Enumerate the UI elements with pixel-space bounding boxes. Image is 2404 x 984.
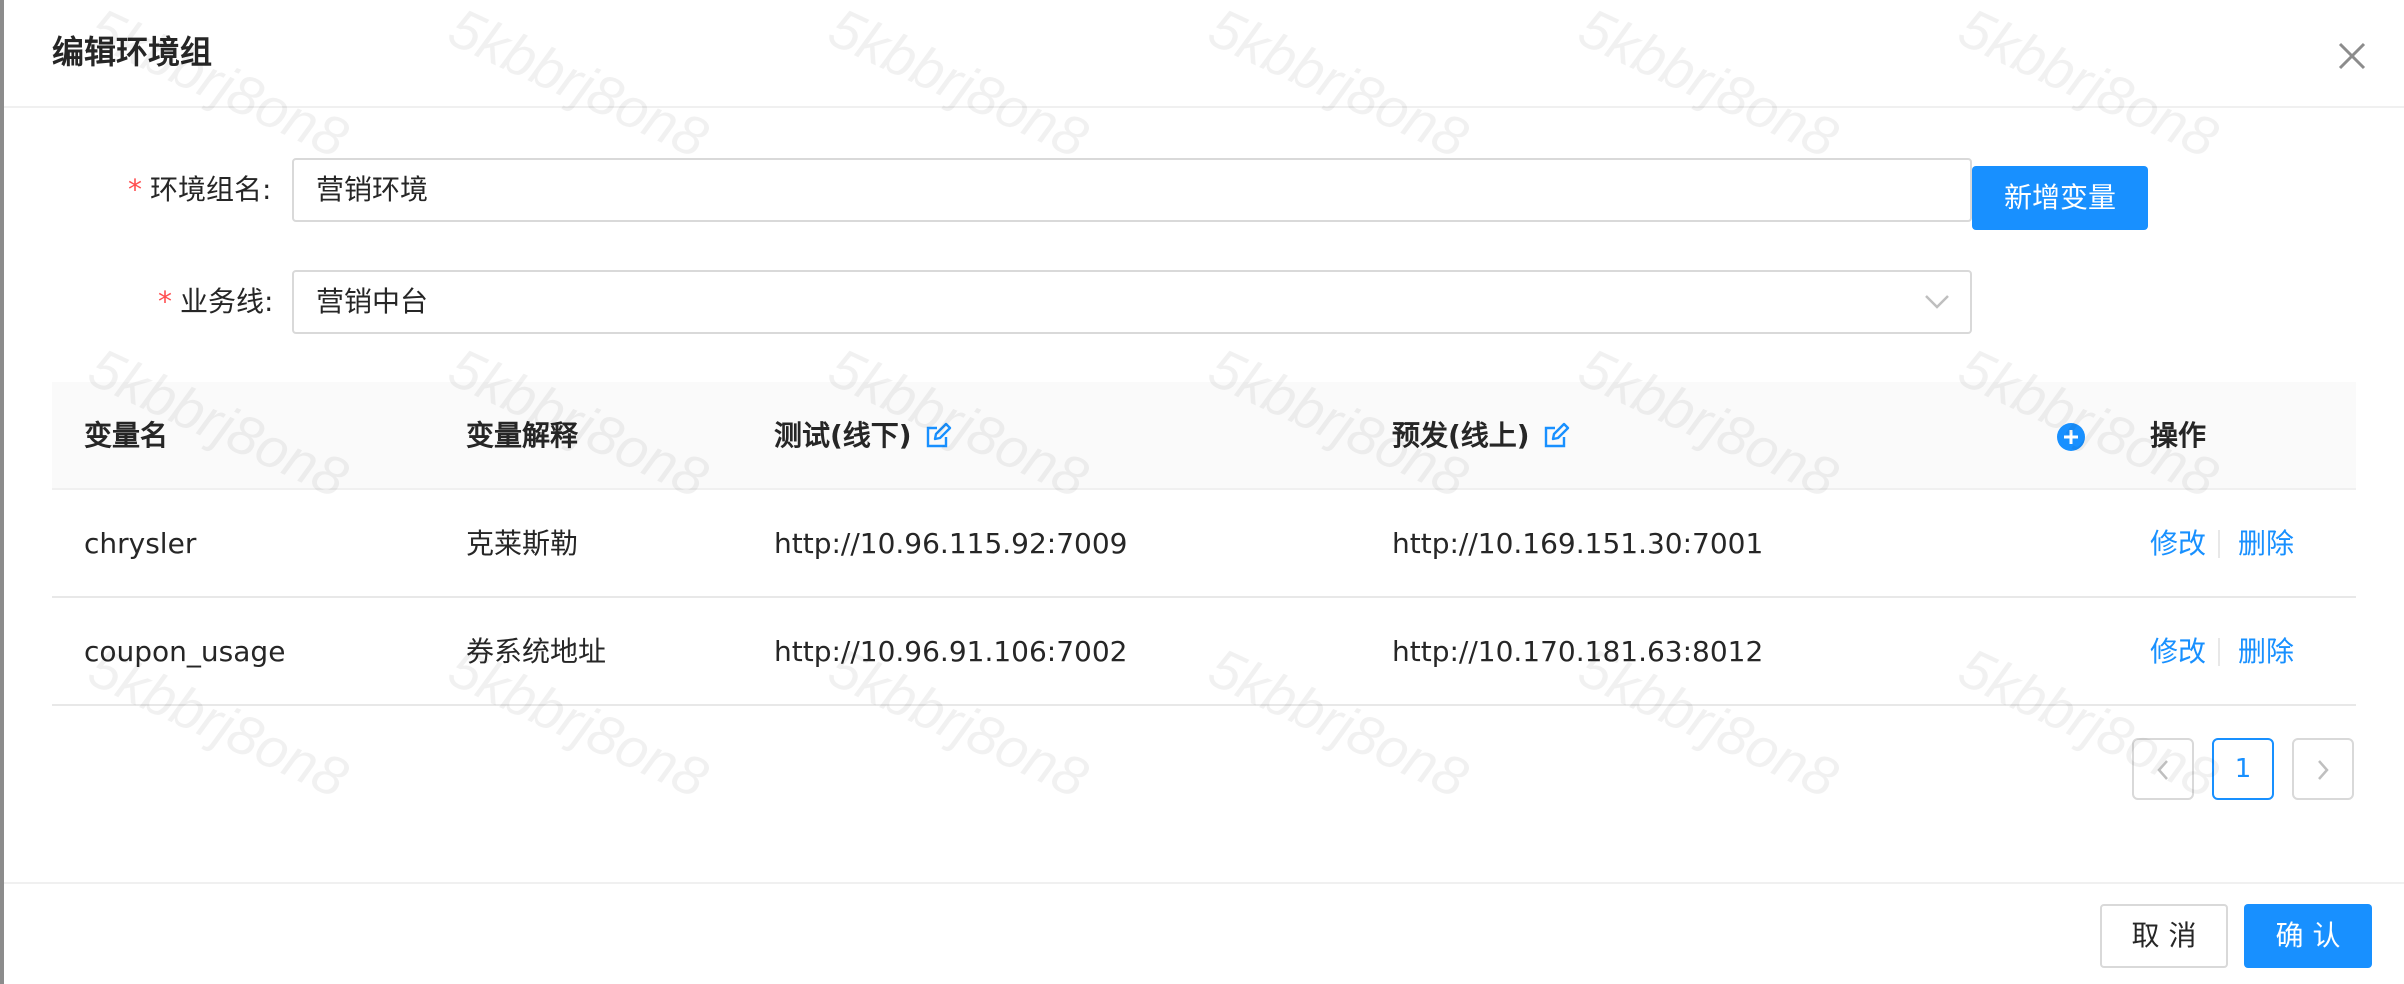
chevron-left-icon <box>2157 759 2168 780</box>
required-mark: * <box>158 285 172 318</box>
delete-row-link[interactable]: 删除 <box>2238 632 2294 672</box>
column-header-description: 变量解释 <box>466 419 579 452</box>
add-variable-button[interactable]: 新增变量 <box>1972 166 2148 230</box>
edit-test-column-icon[interactable] <box>924 422 952 450</box>
confirm-button[interactable]: 确 认 <box>2244 904 2372 968</box>
table-row: coupon_usage 券系统地址 http://10.96.91.106:7… <box>52 598 2356 706</box>
pagination-prev-button[interactable] <box>2132 738 2194 800</box>
cell-variable-description: 克莱斯勒 <box>466 527 579 560</box>
business-line-label-text: 业务线: <box>180 285 274 318</box>
delete-row-link[interactable]: 删除 <box>2238 524 2294 564</box>
group-name-label: * 环境组名: <box>128 170 271 210</box>
business-line-label: * 业务线: <box>158 282 273 322</box>
group-name-label-text: 环境组名: <box>150 173 272 206</box>
close-icon[interactable] <box>2332 36 2372 76</box>
edit-preview-column-icon[interactable] <box>1542 422 1570 450</box>
cell-test-url: http://10.96.91.106:7002 <box>774 635 1128 668</box>
cell-variable-description: 券系统地址 <box>466 635 607 668</box>
pagination-page-button[interactable]: 1 <box>2212 738 2274 800</box>
action-divider <box>2218 530 2220 558</box>
edit-environment-group-modal: 编辑环境组 * 环境组名: 营销环境 新增变量 * 业务线: 营销中台 变量名 变量… <box>0 0 2404 984</box>
business-line-selected-value: 营销中台 <box>316 285 429 318</box>
cancel-button[interactable]: 取 消 <box>2100 904 2228 968</box>
modal-title: 编辑环境组 <box>52 33 213 71</box>
edit-row-link[interactable]: 修改 <box>2150 524 2206 564</box>
column-header-actions: 操作 <box>2150 419 2207 452</box>
pagination-next-button[interactable] <box>2292 738 2354 800</box>
business-line-select[interactable]: 营销中台 <box>292 270 1972 334</box>
required-mark: * <box>128 173 142 206</box>
cell-variable-name: coupon_usage <box>84 635 286 668</box>
column-header-name: 变量名 <box>84 419 169 452</box>
table-header: 变量名 变量解释 测试(线下) 预发(线上) 操作 <box>52 382 2356 490</box>
chevron-right-icon <box>2318 759 2329 780</box>
modal-footer <box>4 882 2404 984</box>
cell-preview-url: http://10.170.181.63:8012 <box>1392 635 1764 668</box>
column-header-test: 测试(线下) <box>774 419 912 452</box>
cell-variable-name: chrysler <box>84 527 197 560</box>
add-column-plus-icon[interactable] <box>2056 422 2086 452</box>
modal-left-shadow <box>0 0 4 984</box>
edit-row-link[interactable]: 修改 <box>2150 632 2206 672</box>
chevron-down-icon[interactable] <box>1924 294 1950 310</box>
group-name-input[interactable]: 营销环境 <box>292 158 1972 222</box>
cell-test-url: http://10.96.115.92:7009 <box>774 527 1128 560</box>
cell-preview-url: http://10.169.151.30:7001 <box>1392 527 1764 560</box>
modal-header: 编辑环境组 <box>4 0 2404 108</box>
table-row: chrysler 克莱斯勒 http://10.96.115.92:7009 h… <box>52 490 2356 598</box>
action-divider <box>2218 638 2220 666</box>
column-header-preview: 预发(线上) <box>1392 419 1530 452</box>
